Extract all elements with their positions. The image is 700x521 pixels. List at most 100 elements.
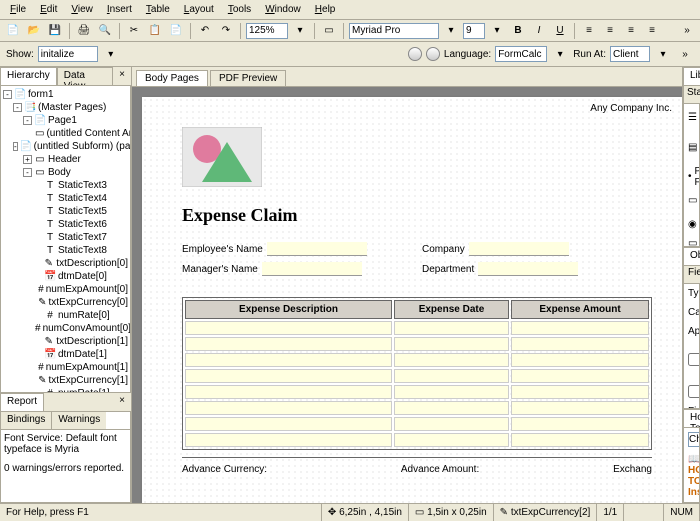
more2-icon[interactable]: »	[676, 45, 694, 63]
language-label: Language:	[444, 49, 491, 60]
tree-item[interactable]: #numRate[0]	[3, 309, 128, 322]
menu-insert[interactable]: Insert	[101, 2, 138, 17]
new-icon[interactable]: 📄	[4, 22, 22, 40]
tree-item[interactable]: ✎txtExpCurrency[1]	[3, 374, 128, 387]
print-icon[interactable]: 🖨	[75, 22, 93, 40]
italic-button[interactable]: I	[530, 22, 548, 40]
menu-table[interactable]: Table	[140, 2, 176, 17]
fontsize-combo[interactable]	[463, 23, 485, 39]
menu-edit[interactable]: Edit	[34, 2, 63, 17]
field-company[interactable]	[469, 242, 569, 256]
menu-layout[interactable]: Layout	[178, 2, 220, 17]
howto-topic-combo[interactable]	[688, 432, 700, 447]
show-combo[interactable]	[38, 46, 98, 62]
underline-button[interactable]: U	[551, 22, 569, 40]
tree-item[interactable]: -📄form1	[3, 88, 128, 101]
form-page[interactable]: Any Company Inc. Expense Claim Employee'…	[142, 97, 682, 503]
tree-item[interactable]: ✎txtExpCurrency[0]	[3, 296, 128, 309]
font-combo[interactable]	[349, 23, 439, 39]
panel-close-icon[interactable]: ×	[113, 67, 131, 85]
lib-item-rectangle[interactable]: ▭Rectangle	[686, 237, 697, 247]
field-mgr-name[interactable]	[262, 262, 362, 276]
tab-report[interactable]: Report	[0, 393, 44, 411]
tree-item[interactable]: #numExpAmount[0]	[3, 283, 128, 296]
align-right-icon[interactable]: ≡	[622, 22, 640, 40]
runat-dropdown-icon[interactable]: ▾	[654, 45, 672, 63]
tab-object[interactable]: Object	[683, 247, 700, 265]
tab-howto[interactable]: How To	[683, 409, 700, 427]
hierarchy-tree[interactable]: -📄form1-📑(Master Pages)-📄Page1▭(untitled…	[0, 85, 131, 393]
save-icon[interactable]: 💾	[46, 22, 64, 40]
undo-icon[interactable]: ↶	[196, 22, 214, 40]
menu-file[interactable]: File	[4, 2, 32, 17]
menu-window[interactable]: Window	[259, 2, 307, 17]
more-icon[interactable]: »	[678, 22, 696, 40]
tab-hierarchy[interactable]: Hierarchy	[0, 67, 57, 85]
tree-item[interactable]: -📑(Master Pages)	[3, 101, 128, 114]
tab-library[interactable]: Library	[683, 67, 700, 85]
add-icon[interactable]	[408, 47, 422, 61]
redo-icon[interactable]: ↷	[217, 22, 235, 40]
tree-item[interactable]: +▭Header	[3, 153, 128, 166]
open-icon[interactable]: 📂	[25, 22, 43, 40]
menu-view[interactable]: View	[65, 2, 99, 17]
tree-item[interactable]: ▭(untitled Content Area	[3, 127, 128, 140]
report-line1: Font Service: Default font typeface is M…	[4, 433, 127, 455]
tab-warnings[interactable]: Warnings	[52, 412, 106, 429]
tree-item[interactable]: -▭Body	[3, 166, 128, 179]
tree-item[interactable]: 📅dtmDate[1]	[3, 348, 128, 361]
tree-item[interactable]: 📅dtmDate[0]	[3, 270, 128, 283]
tab-data-view[interactable]: Data View	[57, 67, 113, 85]
tree-item[interactable]: -📄Page1	[3, 114, 128, 127]
tab-bindings[interactable]: Bindings	[1, 412, 52, 429]
bold-button[interactable]: B	[509, 22, 527, 40]
chk-limit-length[interactable]	[688, 385, 700, 398]
chk-multiline[interactable]	[688, 353, 700, 366]
lib-item-password-field[interactable]: •Password Field	[686, 165, 697, 189]
lib-item-list-box[interactable]: ☰List Box	[686, 106, 697, 130]
report-close-icon[interactable]: ×	[113, 393, 131, 411]
align-justify-icon[interactable]: ≡	[643, 22, 661, 40]
menu-tools[interactable]: Tools	[222, 2, 257, 17]
copy-icon[interactable]: 📋	[146, 22, 164, 40]
tree-item[interactable]: TStaticText6	[3, 218, 128, 231]
design-canvas[interactable]: Any Company Inc. Expense Claim Employee'…	[132, 87, 682, 503]
cut-icon[interactable]: ✂	[125, 22, 143, 40]
lang-dropdown-icon[interactable]: ▾	[551, 45, 569, 63]
field-emp-name[interactable]	[267, 242, 367, 256]
lib-item-paper-forms-barcode[interactable]: ▤Paper Forms Barcode	[686, 130, 697, 165]
remove-icon[interactable]	[426, 47, 440, 61]
align-center-icon[interactable]: ≡	[601, 22, 619, 40]
align-left-icon[interactable]: ≡	[580, 22, 598, 40]
tree-item[interactable]: TStaticText5	[3, 205, 128, 218]
menu-help[interactable]: Help	[309, 2, 342, 17]
expense-table[interactable]: Expense Description Expense Date Expense…	[182, 297, 652, 450]
tree-item[interactable]: -📄(untitled Subform) (page 1)	[3, 140, 128, 153]
logo-placeholder-icon[interactable]	[182, 127, 262, 187]
tree-item[interactable]: ✎txtDescription[1]	[3, 335, 128, 348]
language-combo[interactable]	[495, 46, 547, 62]
tab-lib-standard[interactable]: Standard	[684, 86, 700, 103]
lib-item-print-button[interactable]: ▭Print Button	[686, 189, 697, 213]
tree-item[interactable]: #numConvAmount[0]	[3, 322, 128, 335]
field-department[interactable]	[478, 262, 578, 276]
lib-item-radio-button[interactable]: ◉Radio Button	[686, 213, 697, 237]
zoom-dropdown-icon[interactable]: ▾	[291, 22, 309, 40]
fontsize-dropdown-icon[interactable]: ▾	[488, 22, 506, 40]
tab-pdf-preview[interactable]: PDF Preview	[210, 70, 286, 86]
zoom-combo[interactable]	[246, 23, 288, 39]
print-preview-icon[interactable]: 🔍	[96, 22, 114, 40]
tree-item[interactable]: TStaticText3	[3, 179, 128, 192]
tab-body-pages[interactable]: Body Pages	[136, 70, 208, 86]
tab-obj-field[interactable]: Field	[684, 266, 700, 283]
tree-item[interactable]: TStaticText7	[3, 231, 128, 244]
font-dropdown-icon[interactable]: ▾	[442, 22, 460, 40]
runat-combo[interactable]	[610, 46, 650, 62]
tree-item[interactable]: #numExpAmount[1]	[3, 361, 128, 374]
tool-icon[interactable]: ▭	[320, 22, 338, 40]
show-dropdown-icon[interactable]: ▾	[102, 45, 120, 63]
tree-item[interactable]: ✎txtDescription[0]	[3, 257, 128, 270]
tree-item[interactable]: TStaticText4	[3, 192, 128, 205]
tree-item[interactable]: TStaticText8	[3, 244, 128, 257]
paste-icon[interactable]: 📄	[167, 22, 185, 40]
